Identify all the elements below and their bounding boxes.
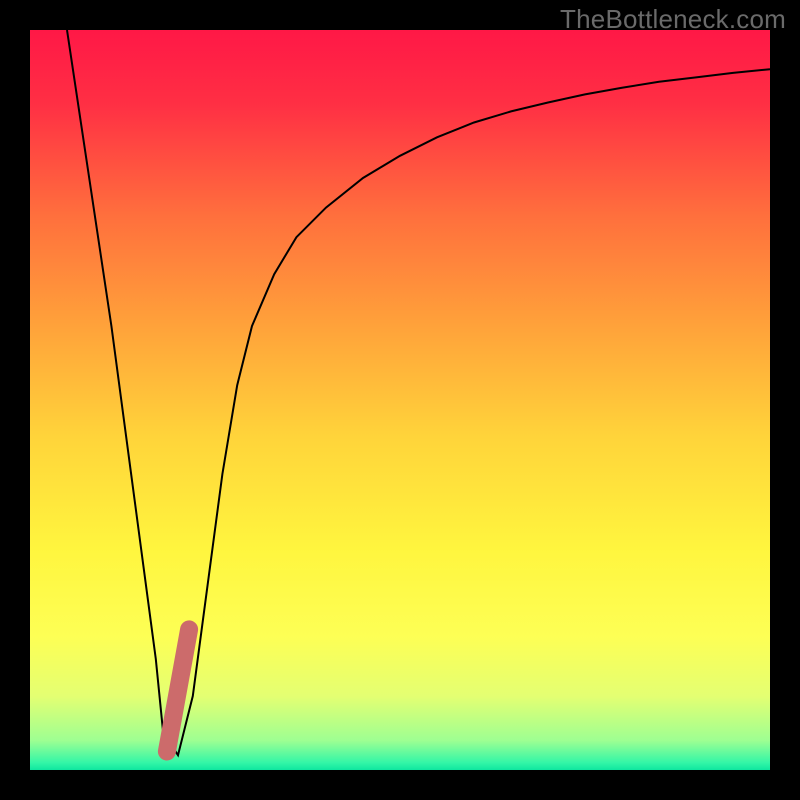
chart-background [30,30,770,770]
plot-area [30,30,770,770]
chart-svg [30,30,770,770]
chart-frame: TheBottleneck.com [0,0,800,800]
